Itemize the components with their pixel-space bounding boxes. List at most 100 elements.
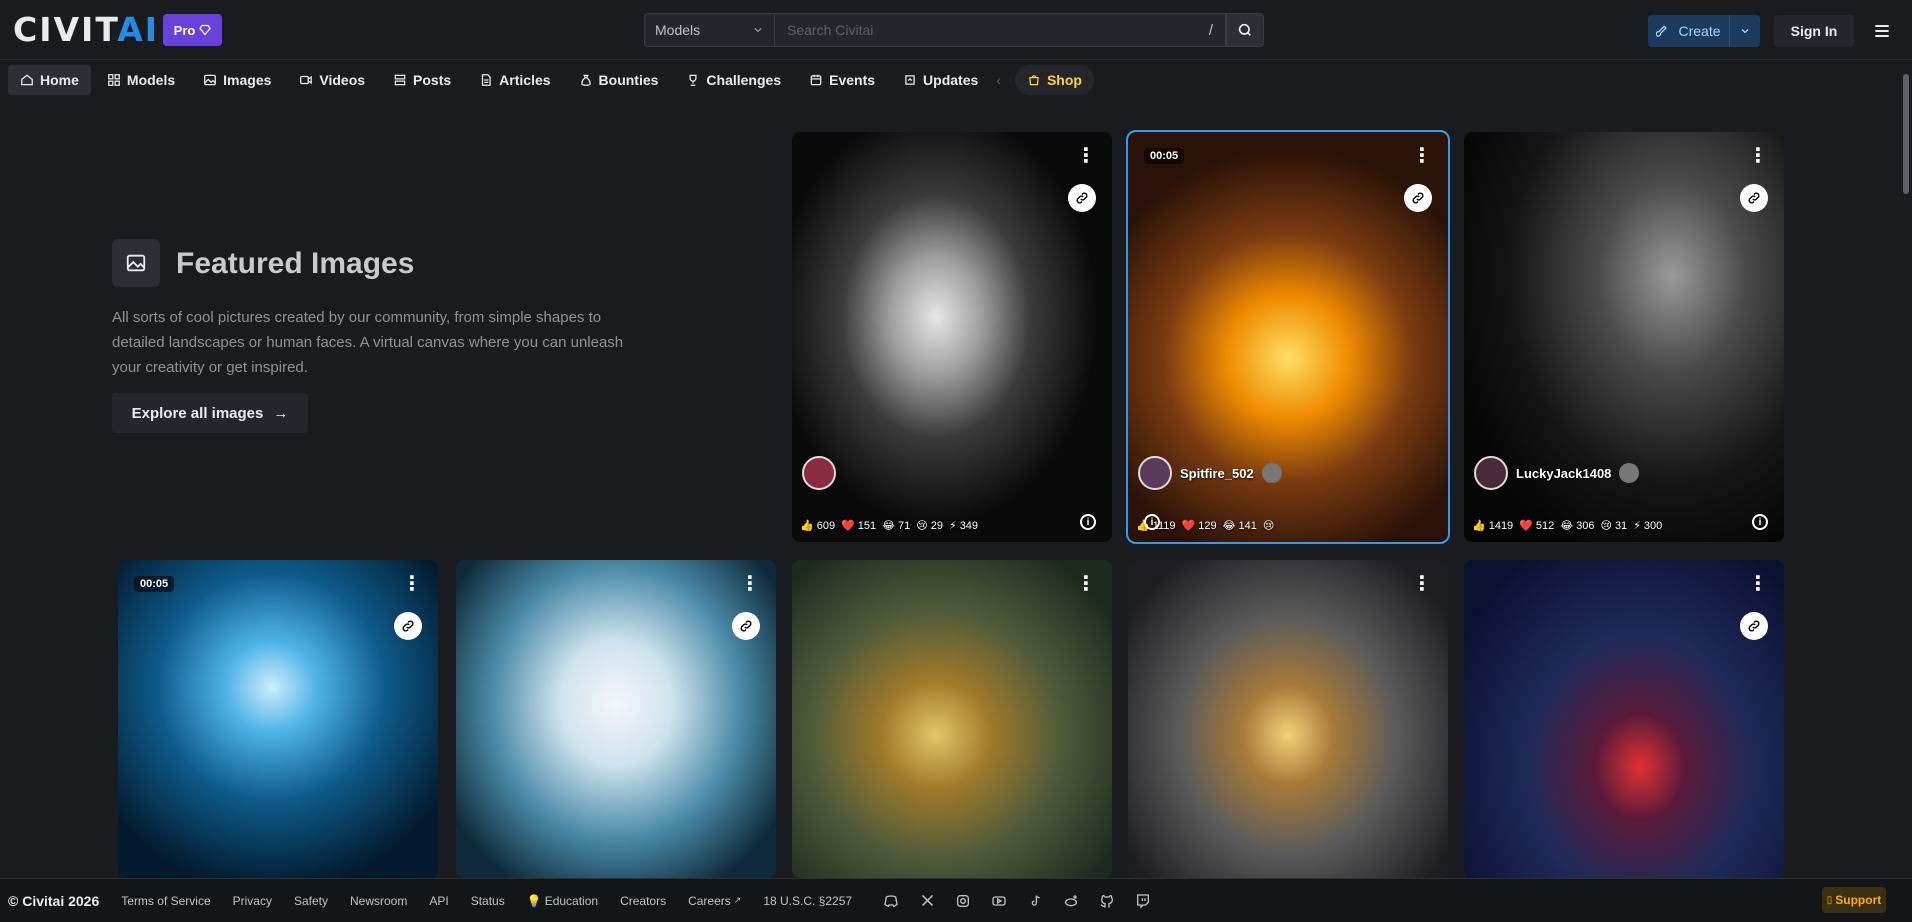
support-button[interactable]: ▯ Support: [1822, 887, 1886, 913]
footer-link-newsroom[interactable]: Newsroom: [350, 894, 407, 908]
like-reaction[interactable]: 👍 609: [800, 519, 835, 533]
card-menu-icon[interactable]: ⋮: [1412, 146, 1432, 166]
main-menu-button[interactable]: [1868, 15, 1896, 47]
footer-link-api[interactable]: API: [429, 894, 448, 908]
video-icon: [299, 73, 313, 87]
cry-reaction[interactable]: 😢: [1263, 519, 1277, 532]
search-input[interactable]: Search Civitai /: [775, 13, 1226, 47]
avatar[interactable]: [802, 456, 836, 490]
footer-link-creators[interactable]: Creators: [620, 894, 666, 908]
remix-link-icon[interactable]: [1404, 184, 1432, 212]
card-menu-icon[interactable]: ⋮: [1412, 574, 1432, 594]
scrollbar-thumb[interactable]: [1903, 74, 1909, 194]
pro-button[interactable]: Pro: [163, 14, 222, 46]
featured-description: All sorts of cool pictures created by ou…: [112, 309, 624, 376]
instagram-icon[interactable]: [954, 892, 972, 910]
featured-image-icon: [112, 239, 160, 287]
user-badge-icon: [1619, 463, 1640, 483]
nav-item-images[interactable]: Images: [191, 65, 283, 95]
github-icon[interactable]: [1098, 892, 1116, 910]
avatar[interactable]: [1138, 456, 1172, 490]
hamburger-icon: [1875, 24, 1889, 38]
card-menu-icon[interactable]: ⋮: [1748, 146, 1768, 166]
image-card-ship[interactable]: ⋮ 👍 609 ❤️ 151 😂 71 😢 29 ⚡ 349 i: [792, 132, 1112, 542]
remix-link-icon[interactable]: [1740, 612, 1768, 640]
username[interactable]: Spitfire_502: [1180, 466, 1254, 481]
username[interactable]: LuckyJack1408: [1516, 466, 1611, 481]
like-reaction[interactable]: 👍 1419: [1472, 519, 1513, 533]
laugh-reaction[interactable]: 😂 71: [882, 519, 910, 533]
heart-reaction[interactable]: ❤️ 512: [1519, 519, 1554, 533]
footer-link-privacy[interactable]: Privacy: [233, 894, 272, 908]
reaction-bar: 👍 1419 ❤️ 512 😂 306 😢 31 ⚡ 300: [1472, 519, 1662, 533]
laugh-reaction[interactable]: 😂 306: [1560, 519, 1594, 533]
image-card-stone-cross[interactable]: ⋮: [1128, 560, 1448, 878]
card-menu-icon[interactable]: ⋮: [1076, 146, 1096, 166]
chevron-down-icon: [1741, 29, 1749, 34]
remix-link-icon[interactable]: [732, 612, 760, 640]
ship-artwork: [792, 132, 1112, 542]
image-card-anime-bowl[interactable]: ⋮: [456, 560, 776, 878]
info-icon[interactable]: i: [1752, 514, 1768, 530]
nav-item-shop[interactable]: Shop: [1014, 65, 1094, 95]
x-icon[interactable]: [918, 892, 936, 910]
card-user[interactable]: LuckyJack1408: [1474, 456, 1640, 490]
buzz-reaction[interactable]: ⚡ 349: [949, 519, 978, 533]
card-menu-icon[interactable]: ⋮: [1748, 574, 1768, 594]
updates-icon: [903, 73, 917, 87]
nav-item-updates[interactable]: Updates: [891, 65, 990, 95]
youtube-icon[interactable]: [990, 892, 1008, 910]
create-dropdown-toggle[interactable]: [1730, 25, 1760, 37]
nav-item-home[interactable]: Home: [8, 65, 91, 95]
image-card-hooded-face[interactable]: ⋮ LuckyJack1408 👍 1419 ❤️ 512 😂 306 😢 31 ⚡ 30…: [1464, 132, 1784, 542]
twitch-icon[interactable]: [1134, 892, 1152, 910]
buzz-reaction[interactable]: ⚡ 300: [1633, 519, 1662, 533]
search-button[interactable]: [1226, 13, 1264, 47]
card-user[interactable]: [802, 456, 836, 490]
image-card-golden-knight[interactable]: ⋮: [792, 560, 1112, 878]
heart-reaction[interactable]: ❤️ 129: [1182, 519, 1217, 533]
nav-item-models[interactable]: Models: [95, 65, 187, 95]
avatar[interactable]: [1474, 456, 1508, 490]
nav-item-videos[interactable]: Videos: [287, 65, 377, 95]
nav-item-articles[interactable]: Articles: [467, 65, 562, 95]
footer-link-terms[interactable]: Terms of Service: [121, 894, 210, 908]
create-button[interactable]: Create: [1648, 15, 1760, 47]
nav-item-events[interactable]: Events: [797, 65, 887, 95]
card-user[interactable]: Spitfire_502: [1138, 456, 1282, 490]
search-type-select[interactable]: Models: [644, 13, 775, 47]
image-card-cracked-red[interactable]: ⋮: [1464, 560, 1784, 878]
card-menu-icon[interactable]: ⋮: [1076, 574, 1096, 594]
discord-icon[interactable]: [882, 892, 900, 910]
info-icon[interactable]: i: [1144, 514, 1160, 530]
remix-link-icon[interactable]: [394, 612, 422, 640]
footer-link-education[interactable]: 💡 Education: [527, 894, 598, 908]
card-menu-icon[interactable]: ⋮: [402, 574, 422, 594]
civitai-logo[interactable]: CIVITAI: [13, 10, 159, 49]
card-menu-icon[interactable]: ⋮: [740, 574, 760, 594]
page-scrollbar[interactable]: [1900, 60, 1912, 878]
nav-item-posts[interactable]: Posts: [381, 65, 463, 95]
tiktok-icon[interactable]: [1026, 892, 1044, 910]
nav-item-challenges[interactable]: Challenges: [674, 65, 793, 95]
nav-item-bounties[interactable]: Bounties: [567, 65, 671, 95]
footer-link-status[interactable]: Status: [471, 894, 505, 908]
laugh-reaction[interactable]: 😂 141: [1223, 519, 1257, 533]
footer-link-careers[interactable]: Careers ↗: [688, 894, 741, 908]
reddit-icon[interactable]: [1062, 892, 1080, 910]
moneybag-icon: [579, 73, 593, 87]
info-icon[interactable]: i: [1080, 514, 1096, 530]
sign-in-button[interactable]: Sign In: [1774, 15, 1854, 47]
cry-reaction[interactable]: 😢 29: [916, 519, 943, 533]
image-card-skull-girl[interactable]: 00:05 ⋮ Spitfire_502 👍 1119 ❤️ 129 😂 141 😢 …: [1126, 130, 1450, 544]
chevron-down-icon: [754, 28, 762, 33]
footer-link-2257[interactable]: 18 U.S.C. §2257: [763, 894, 852, 908]
explore-all-images-button[interactable]: Explore all images →: [112, 393, 308, 433]
footer-link-safety[interactable]: Safety: [294, 894, 328, 908]
cracked-red-artwork: [1464, 560, 1784, 878]
image-card-blue-planet[interactable]: 00:05 ⋮: [118, 560, 438, 878]
cry-reaction[interactable]: 😢 31: [1600, 519, 1627, 533]
remix-link-icon[interactable]: [1068, 184, 1096, 212]
remix-link-icon[interactable]: [1740, 184, 1768, 212]
heart-reaction[interactable]: ❤️ 151: [841, 519, 876, 533]
